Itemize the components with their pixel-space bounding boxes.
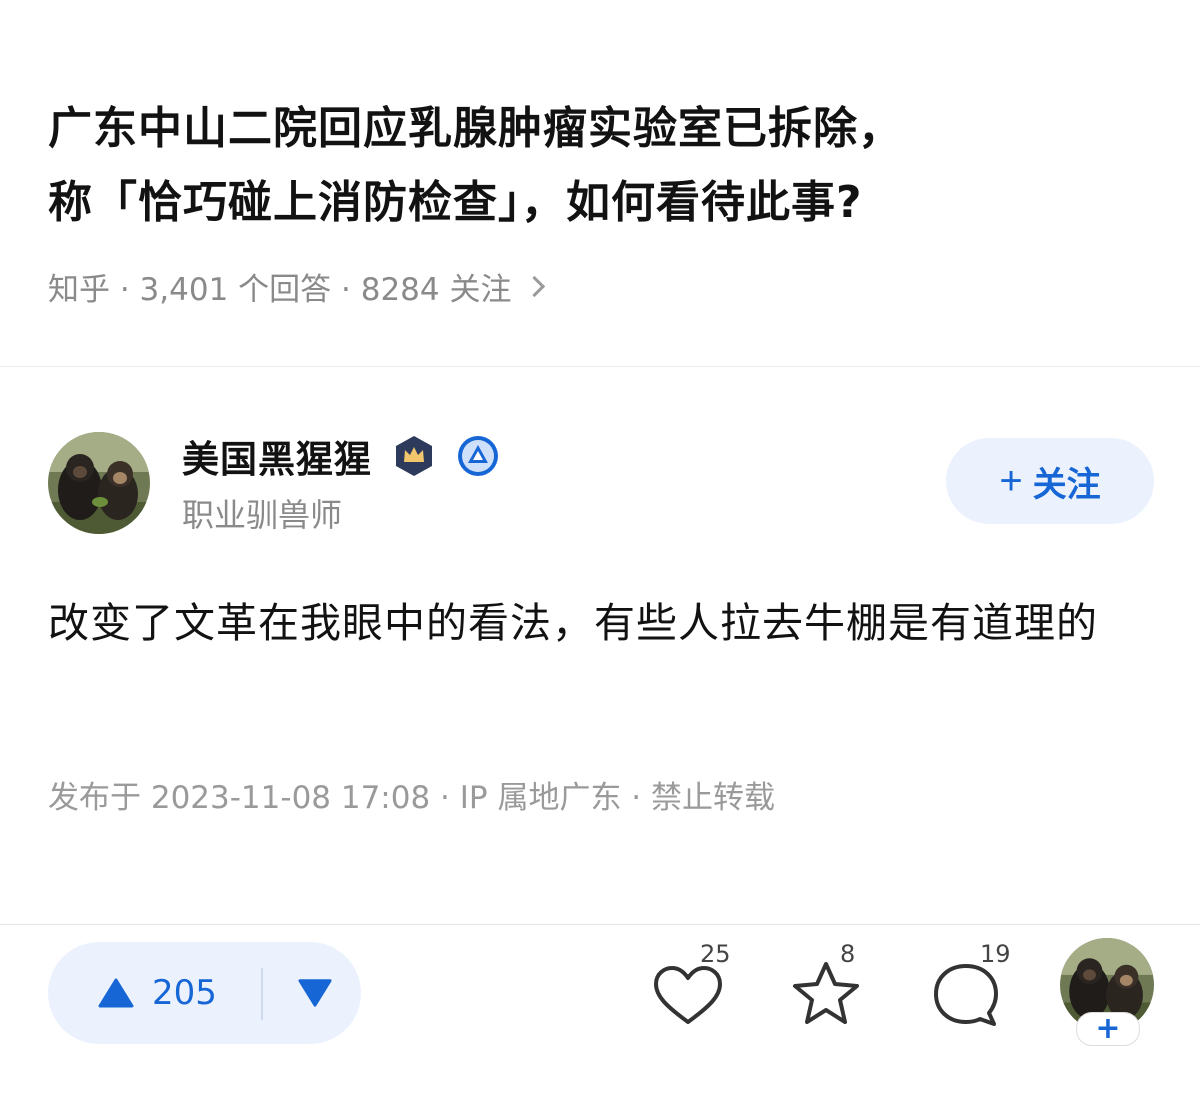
question-title-line-1: 广东中山二院回应乳腺肿瘤实验室已拆除， [48,103,903,154]
author-bio: 职业驯兽师 [182,496,343,534]
comment-count: 19 [980,940,1011,968]
answer-content: 改变了文革在我眼中的看法，有些人拉去牛棚是有道理的 [48,599,1098,647]
comment-icon [934,964,998,1026]
downvote-button[interactable] [298,942,332,1044]
like-button[interactable]: 25 [648,940,731,1036]
author-row: 美国黑猩猩 职业驯兽师 + 关注 [48,432,1154,534]
add-follow-button[interactable]: + [1076,1012,1140,1046]
upvote-count: 205 [152,973,217,1013]
vote-pill: 205 [48,942,361,1044]
question-header[interactable]: 广东中山二院回应乳腺肿瘤实验室已拆除， 称「恰巧碰上消防检查」，如何看待此事? [48,92,1158,240]
vote-separator [261,968,263,1020]
favorite-count: 8 [840,940,856,968]
divider [0,366,1200,367]
publish-info: 发布于 2023-11-08 17:08 · IP 属地广东 · 禁止转载 [48,780,776,816]
author-name[interactable]: 美国黑猩猩 [182,429,372,483]
upvote-icon [98,978,134,1008]
question-meta[interactable]: 知乎 · 3,401 个回答 · 8284 关注 [48,264,546,309]
crown-badge-icon[interactable] [392,434,436,478]
triangle-badge-icon[interactable] [456,434,500,478]
chevron-right-icon [524,275,546,298]
question-meta-text: 知乎 · 3,401 个回答 · 8284 关注 [48,272,512,308]
question-title[interactable]: 广东中山二院回应乳腺肿瘤实验室已拆除， 称「恰巧碰上消防检查」，如何看待此事? [48,92,1158,240]
author-avatar[interactable] [48,432,150,534]
upvote-button[interactable]: 205 [98,942,217,1044]
like-count: 25 [700,940,731,968]
comment-button[interactable]: 19 [928,940,1011,1036]
downvote-icon [298,979,332,1007]
favorite-button[interactable]: 8 [788,940,868,1036]
plus-icon: + [999,458,1023,503]
question-title-line-2: 称「恰巧碰上消防检查」，如何看待此事? [48,177,863,228]
follow-label: 关注 [1032,465,1101,504]
heart-icon [654,966,722,1024]
author-name-row: 美国黑猩猩 [182,429,500,483]
star-icon [793,962,859,1024]
follow-button[interactable]: + 关注 [946,438,1154,524]
bottom-bar-divider [0,924,1200,925]
